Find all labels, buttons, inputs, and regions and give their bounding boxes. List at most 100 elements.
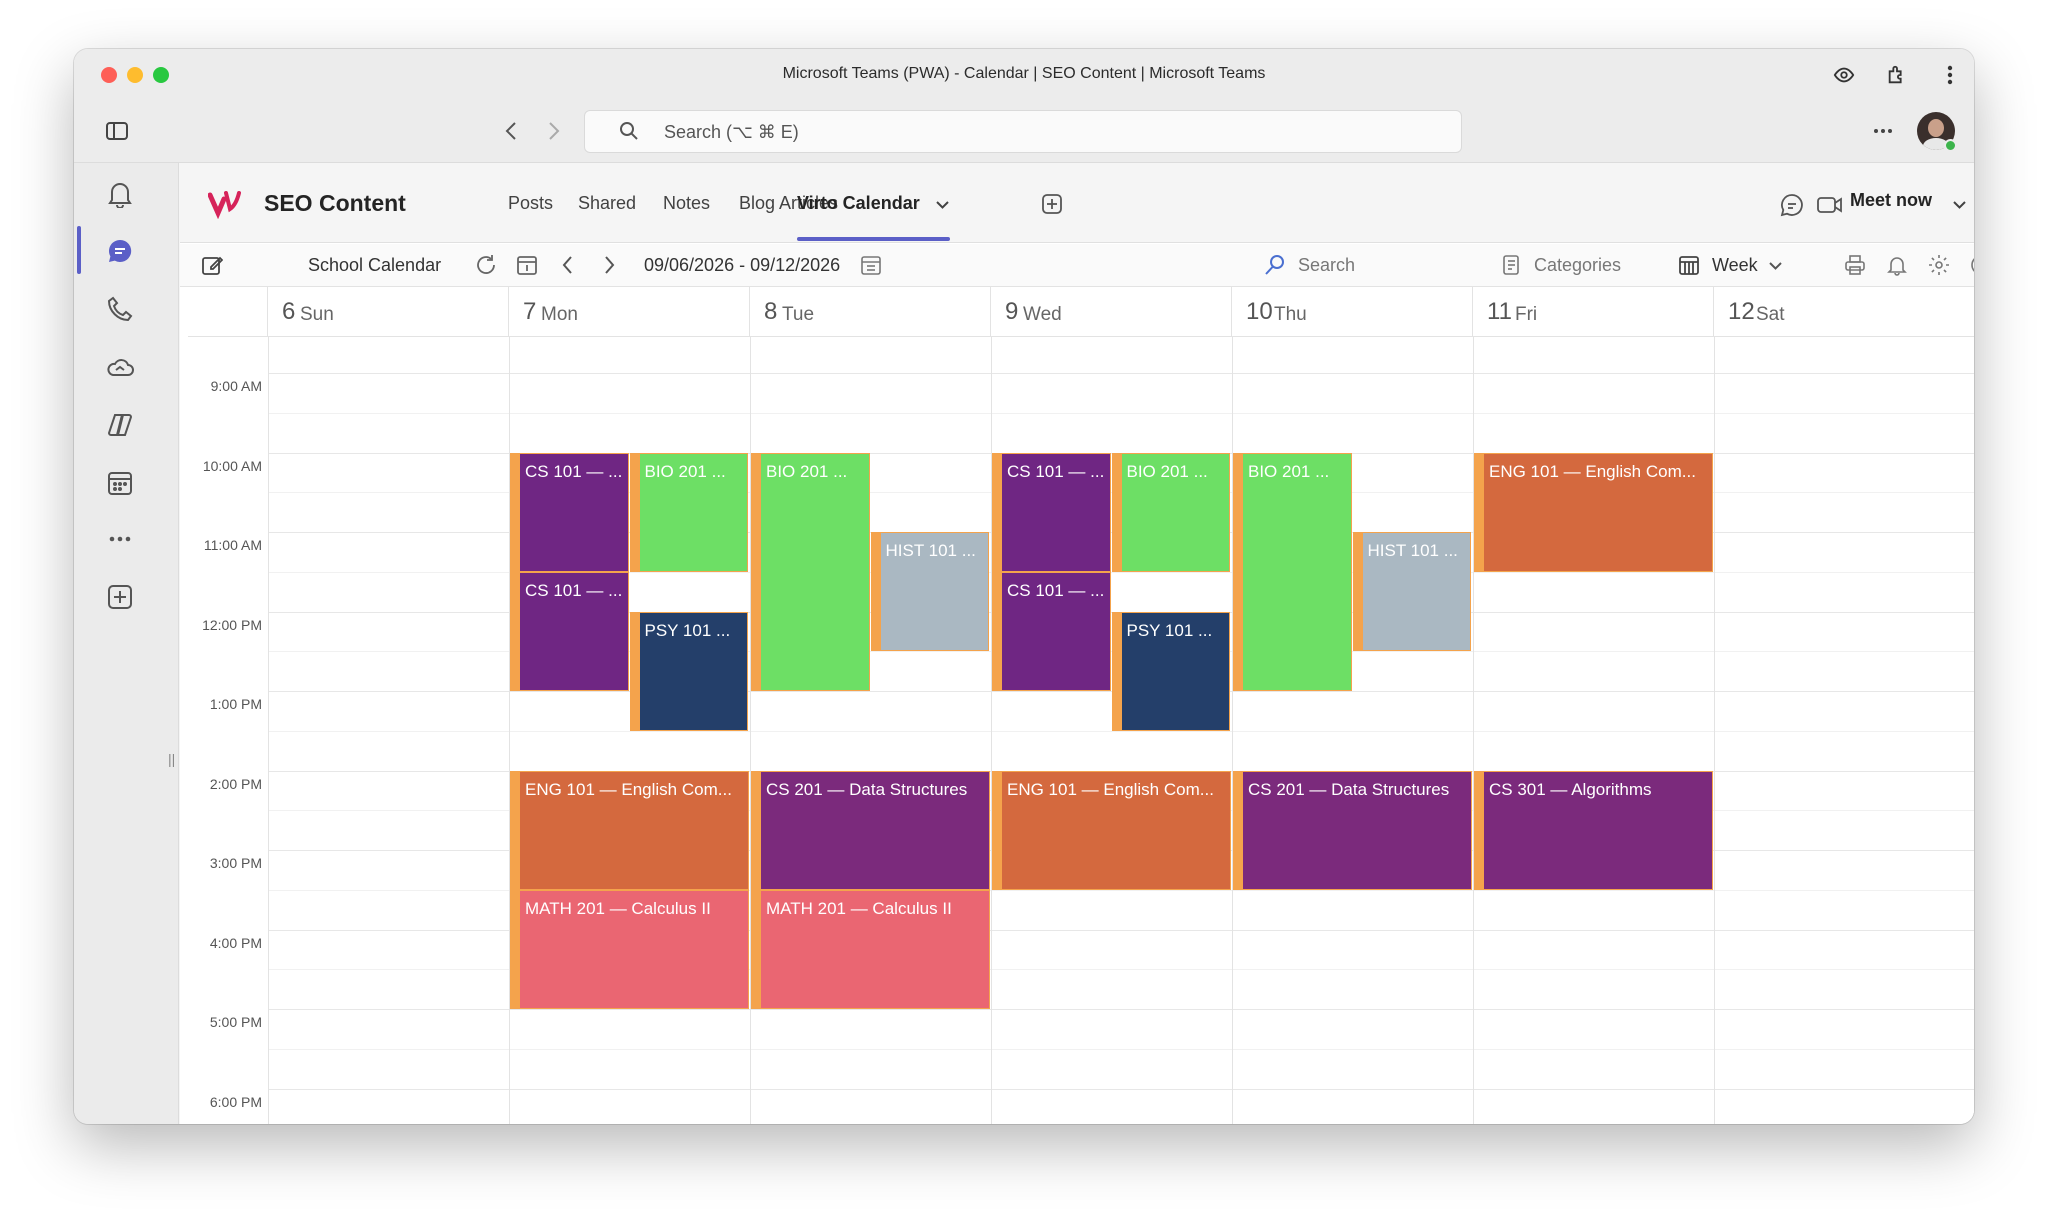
- settings-gear-icon[interactable]: [1928, 254, 1950, 276]
- calendar-event[interactable]: PSY 101 ...: [629, 611, 748, 731]
- calendar-event[interactable]: CS 101 — ...: [510, 571, 629, 691]
- day-header[interactable]: 8 Tue: [750, 287, 991, 337]
- previous-week-icon[interactable]: [557, 254, 579, 276]
- day-column-divider: [1714, 337, 1715, 1124]
- time-label: 6:00 PM: [209, 1093, 262, 1110]
- next-week-icon[interactable]: [598, 254, 620, 276]
- calendar-event[interactable]: ENG 101 — English Com...: [992, 770, 1231, 890]
- team-name: SEO Content: [264, 190, 406, 216]
- calls-phone-icon[interactable]: [100, 289, 140, 329]
- calendar-event[interactable]: CS 201 — Data Structures: [751, 770, 990, 890]
- day-header[interactable]: 10 Thu: [1232, 287, 1473, 337]
- team-logo-icon: [208, 191, 241, 219]
- hour-line: [268, 1088, 1974, 1090]
- extensions-icon[interactable]: [1884, 62, 1910, 88]
- app-rail: ||: [74, 163, 179, 1124]
- global-search-placeholder: Search (⌥ ⌘ E): [664, 122, 799, 142]
- date-picker-icon[interactable]: [860, 254, 882, 276]
- today-icon[interactable]: [516, 254, 538, 276]
- calendar-event[interactable]: CS 101 — ...: [992, 571, 1111, 691]
- categories-button[interactable]: Categories: [1534, 255, 1621, 276]
- day-number: 6: [282, 298, 296, 325]
- back-arrow-icon[interactable]: [498, 118, 524, 144]
- day-name: Fri: [1515, 304, 1538, 325]
- calendar-icon[interactable]: [100, 463, 140, 503]
- day-number: 9: [1005, 298, 1019, 325]
- day-header[interactable]: 7 Mon: [509, 287, 750, 337]
- week-view-icon[interactable]: [1678, 254, 1700, 276]
- more-apps-icon[interactable]: [100, 519, 140, 559]
- date-range: 09/06/2026 - 09/12/2026: [644, 255, 841, 275]
- hour-line: [268, 373, 1974, 374]
- channel-header: SEO Content Posts Shared Notes Blog Arti…: [180, 163, 1974, 243]
- view-chevron-down-icon[interactable]: [1769, 262, 1782, 270]
- day-header[interactable]: 9 Wed: [991, 287, 1232, 337]
- calendar-event[interactable]: HIST 101 ...: [870, 532, 989, 652]
- activity-bell-icon[interactable]: [100, 174, 140, 214]
- calendar-event[interactable]: CS 101 — ...: [992, 452, 1111, 572]
- time-label: 10:00 AM: [202, 457, 262, 474]
- calendar-search-icon[interactable]: [1264, 254, 1286, 276]
- chat-icon[interactable]: [100, 231, 140, 271]
- day-number: 7: [523, 298, 537, 325]
- toolbar-row: Search (⌥ ⌘ E): [74, 99, 1974, 163]
- tab-virto-calendar[interactable]: Virto Calendar: [797, 193, 920, 214]
- meet-now-button[interactable]: Meet now: [1850, 190, 1932, 211]
- time-label: 9:00 AM: [210, 378, 262, 394]
- eye-icon[interactable]: [1831, 62, 1857, 88]
- add-apps-icon[interactable]: [100, 577, 140, 617]
- sidebar-toggle-icon[interactable]: [104, 118, 130, 144]
- more-options-icon[interactable]: [1870, 118, 1896, 144]
- tab-posts[interactable]: Posts: [508, 193, 553, 214]
- copilot-icon[interactable]: [100, 405, 140, 445]
- refresh-icon[interactable]: [475, 254, 497, 276]
- day-header[interactable]: 6 Sun: [268, 287, 509, 337]
- calendar-event[interactable]: BIO 201 ...: [751, 452, 870, 691]
- active-tab-indicator: [797, 237, 950, 241]
- calendar-event[interactable]: ENG 101 — English Com...: [1474, 452, 1713, 572]
- day-number: 12: [1728, 298, 1755, 325]
- calendar-event[interactable]: MATH 201 — Calculus II: [510, 889, 749, 1009]
- window-title: Microsoft Teams (PWA) - Calendar | SEO C…: [782, 65, 1266, 82]
- chevron-down-icon[interactable]: [936, 201, 949, 209]
- calendar-event[interactable]: CS 101 — ...: [510, 452, 629, 572]
- day-number: 10: [1246, 298, 1273, 325]
- global-search-input[interactable]: Search (⌥ ⌘ E): [584, 110, 1462, 153]
- forward-arrow-icon[interactable]: [541, 118, 567, 144]
- day-header[interactable]: 11 Fri: [1473, 287, 1714, 337]
- calendar-event[interactable]: MATH 201 — Calculus II: [751, 889, 990, 1009]
- title-bar: Microsoft Teams (PWA) - Calendar | SEO C…: [74, 49, 1974, 99]
- calendar-search-input[interactable]: Search: [1298, 255, 1355, 276]
- print-icon[interactable]: [1844, 254, 1866, 276]
- day-header[interactable]: 12 Sat: [1714, 287, 1974, 337]
- calendar-event[interactable]: PSY 101 ...: [1111, 611, 1230, 731]
- edit-calendar-icon[interactable]: [201, 254, 223, 276]
- time-label: 3:00 PM: [209, 855, 262, 871]
- presence-available-icon: [1944, 139, 1957, 152]
- tab-shared[interactable]: Shared: [578, 193, 636, 214]
- tab-notes[interactable]: Notes: [663, 193, 710, 214]
- calendar-event[interactable]: BIO 201 ...: [629, 452, 748, 572]
- browser-menu-icon[interactable]: [1937, 62, 1963, 88]
- calendar-event[interactable]: HIST 101 ...: [1352, 532, 1471, 652]
- calendar-event[interactable]: BIO 201 ...: [1233, 452, 1352, 691]
- onedrive-cloud-icon[interactable]: [100, 347, 140, 387]
- calendar-event[interactable]: ENG 101 — English Com...: [510, 770, 749, 890]
- calendar-name-button[interactable]: School Calendar: [308, 255, 441, 276]
- rail-active-indicator: [77, 226, 81, 274]
- calendar-event[interactable]: BIO 201 ...: [1111, 452, 1230, 572]
- meet-chevron-down-icon[interactable]: [1953, 201, 1966, 209]
- notifications-bell-icon[interactable]: [1886, 254, 1908, 276]
- half-hour-line: [268, 1048, 1974, 1050]
- categories-icon[interactable]: [1501, 254, 1523, 276]
- day-name: Sat: [1756, 304, 1785, 325]
- add-tab-icon[interactable]: [1042, 194, 1062, 214]
- half-hour-line: [268, 412, 1974, 414]
- help-icon[interactable]: [1970, 254, 1974, 276]
- calendar-event[interactable]: CS 201 — Data Structures: [1233, 770, 1472, 890]
- resize-grip-icon[interactable]: ||: [168, 751, 175, 767]
- conversation-icon[interactable]: [1780, 193, 1804, 217]
- view-selector[interactable]: Week: [1712, 255, 1758, 276]
- video-camera-icon[interactable]: [1817, 196, 1843, 214]
- calendar-event[interactable]: CS 301 — Algorithms: [1474, 770, 1713, 890]
